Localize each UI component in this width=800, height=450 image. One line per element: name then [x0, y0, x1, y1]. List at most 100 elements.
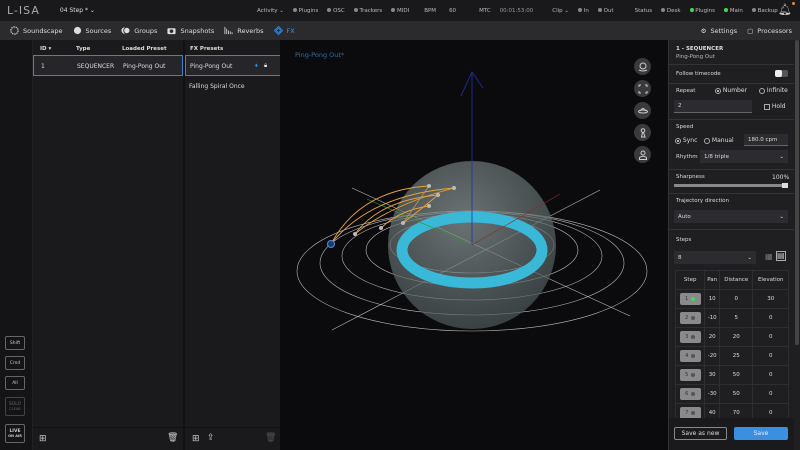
table-view-icon[interactable]: ▤	[776, 251, 786, 261]
preset-item[interactable]: Falling Spiral Once	[189, 83, 245, 90]
step-button[interactable]: 6	[679, 388, 701, 400]
step-status-dot	[691, 297, 696, 301]
step-pan[interactable]: -30	[704, 384, 720, 404]
orbit-view-icon[interactable]	[634, 102, 651, 119]
step-pan[interactable]: 20	[704, 327, 720, 347]
fx-icon	[273, 26, 283, 35]
follow-timecode-toggle[interactable]	[775, 70, 788, 77]
shift-button[interactable]: Shift	[5, 336, 25, 350]
repeat-infinite-radio[interactable]: Infinite	[759, 87, 788, 94]
alt-button[interactable]: All	[5, 376, 25, 390]
status-plugins: Plugins	[689, 7, 715, 14]
step-distance[interactable]: 50	[718, 384, 754, 404]
nav-bar: Soundscape Sources Groups Snapshots Reve…	[0, 21, 800, 40]
soundscape-icon	[10, 26, 19, 35]
side-view-icon[interactable]	[634, 124, 651, 141]
cpm-input[interactable]: 180.0 cpm	[744, 134, 788, 146]
add-icon[interactable]: ⊞	[192, 434, 200, 444]
step-pan[interactable]: -20	[704, 346, 720, 366]
hold-checkbox[interactable]: Hold	[764, 103, 786, 110]
panel-title: 1 - SEQUENCER	[676, 46, 724, 52]
tab-fx[interactable]: FX	[273, 26, 295, 35]
sync-radio[interactable]: Sync	[675, 137, 697, 144]
status-main: Main	[724, 7, 743, 14]
step-distance[interactable]: 50	[718, 365, 754, 385]
step-elevation[interactable]: 0	[752, 346, 789, 366]
indicator-midi: MIDI	[391, 7, 409, 14]
header-id[interactable]: ID ▾	[40, 46, 51, 52]
trajectory-select[interactable]: Auto ⌄	[674, 210, 788, 223]
bell-icon[interactable]: 🔔︎	[778, 3, 792, 16]
save-as-new-button[interactable]: Save as new	[674, 427, 727, 440]
tab-soundscape[interactable]: Soundscape	[10, 26, 63, 35]
project-name: 04 Step *	[59, 7, 88, 14]
step-pan[interactable]: -10	[704, 308, 720, 328]
step-elevation[interactable]: 0	[752, 327, 789, 347]
step-elevation[interactable]: 0	[752, 384, 789, 404]
header-loaded-preset[interactable]: Loaded Preset	[122, 46, 167, 52]
processors-button[interactable]: ▢ Processors	[747, 27, 792, 35]
solo-clear-button[interactable]: SOLO CLEAR	[5, 397, 25, 416]
step-button[interactable]: 1	[679, 293, 701, 305]
listener-view-icon[interactable]	[634, 58, 651, 75]
repeat-input[interactable]: 2	[674, 100, 752, 113]
step-elevation[interactable]: 0	[752, 308, 789, 328]
step-status-dot	[691, 335, 696, 339]
status-desk: Desk	[661, 7, 681, 14]
source-point[interactable]	[327, 240, 335, 248]
settings-icon: ⚙︎	[700, 26, 707, 35]
step-row: 2 -10 5 0	[674, 308, 789, 328]
project-selector[interactable]: 04 Step * ⌄	[60, 7, 95, 14]
step-distance[interactable]: 5	[718, 308, 754, 328]
step-button[interactable]: 2	[679, 312, 701, 324]
header-type[interactable]: Type	[76, 46, 90, 52]
tab-snapshots[interactable]: Snapshots	[167, 26, 214, 35]
lock-icon[interactable]: 🔒︎	[264, 62, 267, 70]
step-button[interactable]: 5	[679, 369, 701, 381]
rhythm-select[interactable]: 1/8 triple ⌄	[700, 150, 788, 163]
clip-menu[interactable]: Clip ⌄	[552, 8, 569, 14]
col-elevation: Elevation	[752, 270, 789, 290]
step-button[interactable]: 3	[679, 331, 701, 343]
sharpness-slider[interactable]	[674, 183, 788, 188]
col-distance: Distance	[718, 270, 754, 290]
step-status-dot	[691, 373, 696, 377]
chevron-down-icon: ⌄	[779, 213, 784, 220]
step-button[interactable]: 4	[679, 350, 701, 362]
rhythm-label: Rhythm	[676, 154, 698, 160]
add-icon[interactable]: ⊞	[39, 434, 47, 444]
grid-view-icon[interactable]: ▦	[765, 252, 773, 261]
activity-menu[interactable]: Activity ⌄	[257, 8, 284, 14]
processors-icon: ▢	[747, 26, 754, 35]
tab-reverbs[interactable]: Reverbs	[224, 26, 264, 35]
cmd-button[interactable]: Cmd	[5, 356, 25, 370]
3d-viewport[interactable]: Ping-Pong Out*	[280, 40, 668, 450]
repeat-number-radio[interactable]: Number	[715, 87, 747, 94]
tab-sources[interactable]: Sources	[73, 26, 111, 35]
pin-icon[interactable]: ⬧	[255, 62, 258, 70]
bpm-label: BPM	[424, 7, 437, 14]
export-icon[interactable]: ⇪	[207, 433, 215, 443]
save-button[interactable]: Save	[734, 427, 788, 440]
live-on-air-button[interactable]: LIVE ON AIR	[5, 424, 25, 443]
tab-groups[interactable]: Groups	[121, 26, 157, 35]
scene	[296, 70, 648, 332]
step-pan[interactable]: 10	[704, 289, 720, 309]
reverbs-icon	[224, 26, 233, 35]
step-distance[interactable]: 0	[718, 289, 754, 309]
step-pan[interactable]: 30	[704, 365, 720, 385]
settings-button[interactable]: ⚙︎ Settings	[701, 27, 738, 35]
scrollbar[interactable]	[795, 40, 799, 345]
steps-count-select[interactable]: 8 ⌄	[674, 251, 756, 264]
trash-icon[interactable]: 🗑︎	[167, 433, 178, 443]
step-distance[interactable]: 20	[718, 327, 754, 347]
step-distance[interactable]: 25	[718, 346, 754, 366]
step-elevation[interactable]: 30	[752, 289, 789, 309]
step-elevation[interactable]: 0	[752, 365, 789, 385]
front-view-icon[interactable]	[634, 146, 651, 163]
preset-item[interactable]: Ping-Pong Out ⬧ 🔒︎	[185, 55, 281, 76]
expand-icon[interactable]	[634, 80, 651, 97]
steps-label: Steps	[676, 237, 692, 243]
manual-radio[interactable]: Manual	[704, 137, 734, 144]
table-row[interactable]: 1 SEQUENCER Ping-Pong Out	[33, 55, 183, 76]
